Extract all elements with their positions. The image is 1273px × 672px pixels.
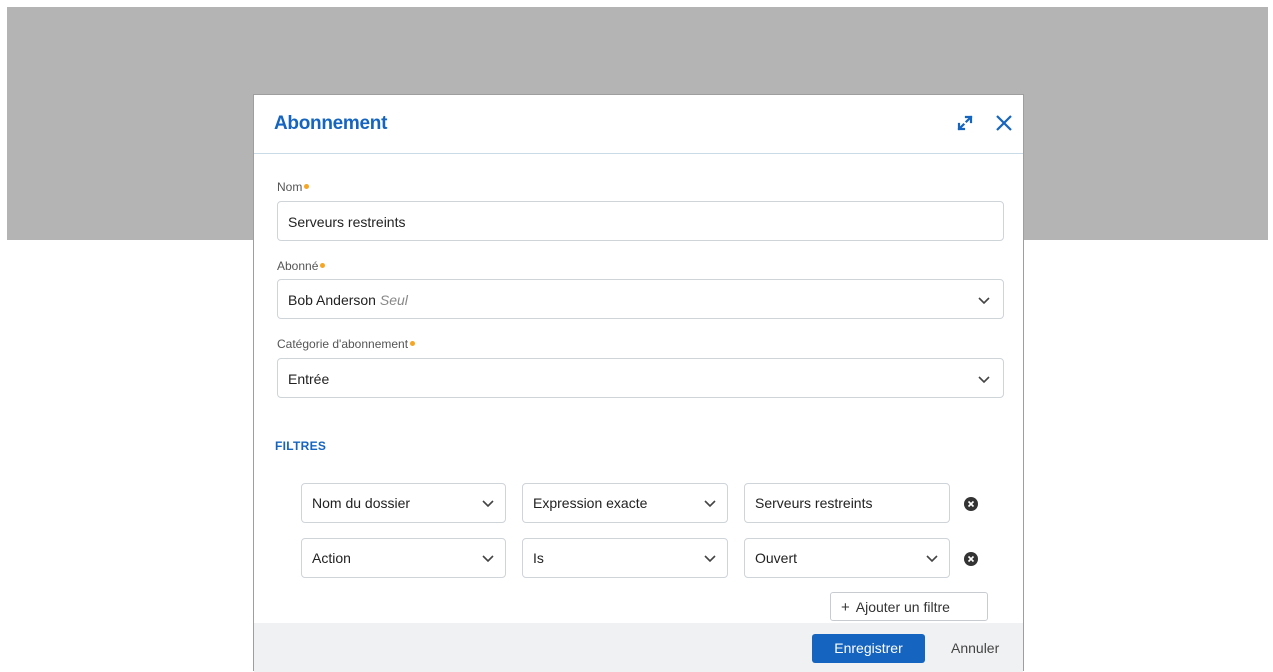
name-label-text: Nom	[277, 180, 303, 194]
required-indicator	[410, 341, 416, 347]
save-button[interactable]: Enregistrer	[812, 634, 925, 663]
close-button[interactable]	[992, 111, 1016, 135]
required-indicator	[320, 263, 326, 269]
cancel-button[interactable]: Annuler	[951, 634, 999, 663]
filters-section-title: FILTRES	[275, 439, 327, 453]
remove-icon	[967, 500, 975, 508]
add-filter-button[interactable]: + Ajouter un filtre	[830, 592, 988, 621]
filter-value-text: Serveurs restreints	[755, 495, 873, 511]
chevron-down-icon	[978, 297, 990, 305]
filter-operator-value: Expression exacte	[533, 495, 648, 511]
name-input[interactable]: Serveurs restreints	[277, 201, 1004, 241]
chevron-down-icon	[978, 376, 990, 384]
category-value: Entrée	[288, 371, 330, 387]
filter-value-input[interactable]: Serveurs restreints	[744, 483, 950, 523]
subscriber-label-text: Abonné	[277, 259, 319, 273]
filter-operator-select[interactable]: Expression exacte	[522, 483, 728, 523]
chevron-down-icon	[704, 555, 716, 563]
filter-field-select[interactable]: Nom du dossier	[301, 483, 506, 523]
remove-filter-button[interactable]	[964, 497, 978, 511]
close-icon	[996, 115, 1012, 131]
category-label: Catégorie d'abonnement	[277, 337, 416, 351]
remove-filter-button[interactable]	[964, 552, 978, 566]
required-indicator	[304, 184, 310, 190]
subscriber-select[interactable]: Bob Anderson Seul	[277, 279, 1004, 319]
filter-field-value: Nom du dossier	[312, 495, 411, 511]
dialog-header: Abonnement	[254, 95, 1023, 154]
dialog-footer: Enregistrer Annuler	[254, 623, 1023, 672]
name-label: Nom	[277, 180, 310, 194]
chevron-down-icon	[482, 555, 494, 563]
filter-operator-select[interactable]: Is	[522, 538, 728, 578]
subscription-dialog: Abonnement Nom Serveurs restreints Abonn…	[253, 94, 1024, 672]
chevron-down-icon	[704, 500, 716, 508]
category-select[interactable]: Entrée	[277, 358, 1004, 398]
subscriber-value: Bob Anderson	[288, 292, 376, 308]
chevron-down-icon	[926, 555, 938, 563]
filter-value-text: Ouvert	[755, 550, 798, 566]
subscriber-qualifier: Seul	[379, 292, 408, 308]
add-filter-label: Ajouter un filtre	[855, 599, 950, 615]
filter-operator-value: Is	[533, 550, 544, 566]
expand-icon	[957, 115, 973, 131]
filter-field-value: Action	[312, 550, 351, 566]
filter-value-select[interactable]: Ouvert	[744, 538, 950, 578]
plus-icon: +	[841, 599, 850, 616]
subscriber-label: Abonné	[277, 259, 326, 273]
name-input-value: Serveurs restreints	[288, 214, 406, 230]
dialog-title: Abonnement	[274, 113, 388, 134]
category-label-text: Catégorie d'abonnement	[277, 337, 409, 351]
remove-icon	[967, 555, 975, 563]
filter-field-select[interactable]: Action	[301, 538, 506, 578]
expand-button[interactable]	[953, 111, 977, 135]
chevron-down-icon	[482, 500, 494, 508]
